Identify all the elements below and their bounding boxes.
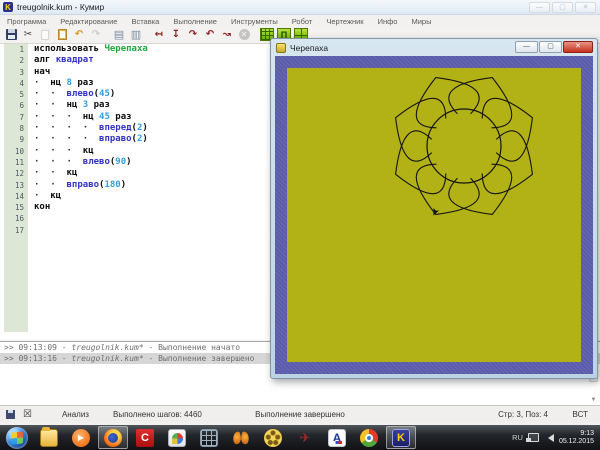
taskbar-clock[interactable]: 9:13 05.12.2015 [559, 430, 598, 446]
turtle-close-button[interactable]: ✕ [563, 41, 593, 53]
kumir-icon[interactable]: K [386, 426, 416, 449]
menu-item-6[interactable]: Чертежник [319, 17, 370, 26]
status-bar: ☒ Анализ Выполнено шагов: 4460 Выполнени… [0, 405, 600, 422]
language-indicator[interactable]: RU [512, 433, 523, 442]
line-number: 7 [19, 112, 24, 122]
calculator-icon[interactable] [194, 426, 224, 449]
line-number: 13 [14, 180, 24, 190]
line-number: 12 [14, 169, 24, 179]
start-button[interactable] [2, 426, 32, 449]
run-blind-button[interactable]: ↤ [151, 27, 167, 42]
line-number: 8 [19, 124, 24, 134]
line-number: 9 [19, 135, 24, 145]
line-number: 1 [19, 45, 24, 54]
turtle-minimize-button[interactable]: — [515, 41, 538, 53]
line-number: 11 [14, 157, 24, 167]
line-number: 2 [19, 56, 24, 66]
menu-item-0[interactable]: Программа [0, 17, 53, 26]
rocket-app-icon[interactable]: ✈ [290, 426, 320, 449]
indent-button[interactable]: ▤ [111, 27, 127, 42]
line-number: 4 [19, 78, 24, 88]
clock-date: 05.12.2015 [558, 437, 594, 445]
volume-icon[interactable] [544, 433, 554, 442]
run-current-button[interactable]: ↝ [219, 27, 235, 42]
line-number: 5 [19, 90, 24, 100]
turtle-canvas[interactable] [287, 68, 581, 362]
menu-item-1[interactable]: Редактирование [53, 17, 124, 26]
turtle-titlebar[interactable]: Черепаха — ▢ ✕ [271, 39, 597, 56]
explorer-icon[interactable] [34, 426, 64, 449]
menu-item-4[interactable]: Инструменты [224, 17, 285, 26]
butterfly-app-icon[interactable] [226, 426, 256, 449]
turtle-maximize-button[interactable]: ▢ [539, 41, 562, 53]
menu-item-5[interactable]: Робот [285, 17, 320, 26]
paste-button[interactable] [54, 27, 70, 42]
close-indicator-icon: ☒ [23, 408, 32, 420]
acronis-app-icon[interactable]: A [322, 426, 352, 449]
line-number: 10 [14, 146, 24, 156]
status-steps: Выполнено шагов: 4460 [112, 409, 202, 419]
paint-icon[interactable] [162, 426, 192, 449]
undo-button[interactable]: ↶ [71, 27, 87, 42]
status-cursor-position: Стр: 3, Поз: 4 [498, 409, 548, 419]
network-icon[interactable] [525, 433, 539, 442]
line-number: 15 [14, 203, 24, 213]
save-button[interactable] [3, 27, 19, 42]
menu-item-2[interactable]: Вставка [124, 17, 166, 26]
chrome-icon[interactable] [354, 426, 384, 449]
titlebar[interactable]: K treugolnik.kum - Кумир — ▢ ✕ [0, 0, 600, 15]
scrollbar-down-arrow[interactable]: ▼ [589, 396, 598, 404]
save-indicator-icon [6, 409, 15, 419]
line-number: 14 [14, 191, 24, 201]
kumir-app-icon: K [3, 2, 13, 12]
line-number: 6 [19, 101, 24, 111]
firefox-icon[interactable] [98, 426, 128, 449]
stop-button[interactable]: ✕ [236, 27, 252, 42]
cut-button[interactable]: ✂ [20, 27, 36, 42]
redo-button[interactable]: ↷ [88, 27, 104, 42]
clock-time: 9:13 [580, 429, 594, 437]
close-button[interactable]: ✕ [575, 2, 596, 13]
maximize-button[interactable]: ▢ [552, 2, 573, 13]
copy-button[interactable] [37, 27, 53, 42]
line-number: 3 [19, 67, 24, 77]
step-over-button[interactable]: ↷ [185, 27, 201, 42]
turtle-field-border [275, 56, 593, 374]
turtle-window-title: Черепаха [290, 42, 329, 53]
minimize-button[interactable]: — [529, 2, 550, 13]
media-player-icon[interactable]: ▶ [66, 426, 96, 449]
turtle-window-icon [276, 42, 286, 53]
step-out-button[interactable]: ↶ [202, 27, 218, 42]
menu-bar: Программа Редактирование Вставка Выполнение… [0, 16, 600, 26]
turtle-flower-drawing [395, 77, 533, 216]
kmplayer-icon[interactable]: C [130, 426, 160, 449]
turtle-window[interactable]: Черепаха — ▢ ✕ [270, 38, 598, 379]
movie-maker-icon[interactable] [258, 426, 288, 449]
system-tray: RU 9:13 05.12.2015 [512, 425, 598, 450]
window-title: treugolnik.kum - Кумир [17, 2, 105, 12]
taskbar: ▶ C ✈ A K RU 9:13 05.12.2015 [0, 425, 600, 450]
line-number: 16 [14, 214, 24, 224]
step-into-button[interactable]: ↧ [168, 27, 184, 42]
menu-item-7[interactable]: Инфо [371, 17, 405, 26]
status-analysis: Анализ [61, 409, 89, 419]
menu-item-8[interactable]: Миры [404, 17, 438, 26]
status-insert-mode: ВСТ [572, 409, 588, 419]
unindent-button[interactable]: ▥ [128, 27, 144, 42]
line-number: 17 [14, 225, 24, 235]
menu-item-3[interactable]: Выполнение [166, 17, 224, 26]
